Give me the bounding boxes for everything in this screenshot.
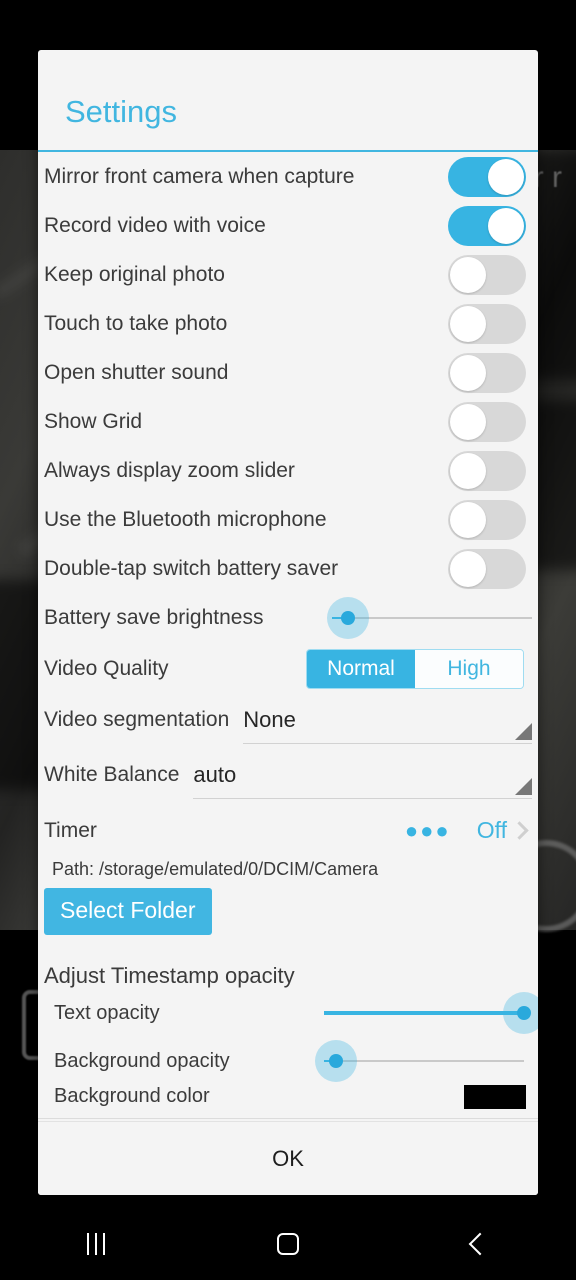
- spinner-video-segmentation[interactable]: None: [243, 696, 532, 744]
- setting-label: Mirror front camera when capture: [44, 164, 355, 188]
- background-color-swatch[interactable]: [464, 1085, 526, 1109]
- slider-battery-save-brightness[interactable]: [327, 596, 532, 639]
- recents-button[interactable]: [0, 1208, 192, 1280]
- setting-row-white-balance[interactable]: White Balance auto: [38, 751, 538, 806]
- timer-value: Off: [476, 817, 507, 843]
- setting-label: Video Quality: [44, 657, 169, 680]
- dialog-title: Settings: [65, 94, 178, 129]
- setting-row-double-tap-battery-saver[interactable]: Double-tap switch battery saver: [38, 544, 538, 593]
- setting-row-background-color[interactable]: Background color: [38, 1085, 538, 1119]
- slider-text-opacity[interactable]: [324, 992, 538, 1034]
- chevron-right-icon[interactable]: [510, 821, 529, 840]
- setting-row-timer[interactable]: Timer ●●● Off: [38, 806, 538, 855]
- select-folder-button[interactable]: Select Folder: [44, 888, 212, 935]
- settings-list[interactable]: Mirror front camera when capture Record …: [38, 152, 538, 1121]
- setting-label: Touch to take photo: [44, 311, 228, 335]
- setting-row-use-bluetooth-microphone[interactable]: Use the Bluetooth microphone: [38, 495, 538, 544]
- back-icon: [468, 1232, 492, 1256]
- toggle-always-display-zoom-slider[interactable]: [448, 450, 526, 491]
- setting-row-battery-save-brightness[interactable]: Battery save brightness: [38, 593, 538, 642]
- segment-high[interactable]: High: [415, 650, 523, 688]
- dialog-footer: OK: [38, 1121, 538, 1195]
- settings-dialog: Settings Mirror front camera when captur…: [38, 50, 538, 1195]
- toggle-record-video-with-voice[interactable]: [448, 205, 526, 246]
- setting-label: Open shutter sound: [44, 360, 229, 384]
- setting-row-keep-original-photo[interactable]: Keep original photo: [38, 250, 538, 299]
- setting-row-open-shutter-sound[interactable]: Open shutter sound: [38, 348, 538, 397]
- setting-label: Record video with voice: [44, 213, 266, 237]
- segment-normal[interactable]: Normal: [307, 650, 415, 688]
- setting-label: Battery save brightness: [44, 605, 264, 629]
- setting-label: Text opacity: [54, 1001, 160, 1024]
- more-horizontal-icon[interactable]: ●●●: [405, 818, 451, 844]
- setting-row-show-grid[interactable]: Show Grid: [38, 397, 538, 446]
- setting-label: Double-tap switch battery saver: [44, 556, 339, 580]
- ok-button[interactable]: OK: [272, 1146, 304, 1172]
- spinner-value: None: [243, 706, 296, 732]
- setting-label: Timer: [44, 818, 97, 842]
- timestamp-section-heading: Adjust Timestamp opacity: [44, 963, 295, 988]
- toggle-open-shutter-sound[interactable]: [448, 352, 526, 393]
- setting-row-touch-to-take-photo[interactable]: Touch to take photo: [38, 299, 538, 348]
- setting-row-background-opacity[interactable]: Background opacity: [38, 1037, 538, 1085]
- recents-icon: [87, 1233, 105, 1255]
- back-button[interactable]: [384, 1208, 576, 1280]
- setting-row-record-video-with-voice[interactable]: Record video with voice: [38, 201, 538, 250]
- toggle-use-bluetooth-microphone[interactable]: [448, 499, 526, 540]
- setting-label: Always display zoom slider: [44, 458, 295, 482]
- setting-label: Keep original photo: [44, 262, 225, 286]
- phone-screen: 6 r r Settings Mirror front camera when …: [0, 0, 576, 1280]
- setting-label: Background color: [54, 1085, 210, 1107]
- toggle-touch-to-take-photo[interactable]: [448, 303, 526, 344]
- spinner-arrow-icon: [515, 723, 532, 740]
- home-icon: [277, 1233, 299, 1255]
- setting-row-video-segmentation[interactable]: Video segmentation None: [38, 696, 538, 751]
- toggle-mirror-front-camera[interactable]: [448, 156, 526, 197]
- setting-label: Use the Bluetooth microphone: [44, 507, 327, 531]
- toggle-keep-original-photo[interactable]: [448, 254, 526, 295]
- setting-row-always-display-zoom-slider[interactable]: Always display zoom slider: [38, 446, 538, 495]
- setting-label: Background opacity: [54, 1049, 230, 1072]
- segmented-video-quality[interactable]: Normal High: [306, 649, 524, 689]
- setting-row-mirror-front-camera[interactable]: Mirror front camera when capture: [38, 152, 538, 201]
- toggle-show-grid[interactable]: [448, 401, 526, 442]
- setting-row-text-opacity[interactable]: Text opacity: [38, 989, 538, 1037]
- setting-label: White Balance: [44, 763, 180, 786]
- setting-label: Video segmentation: [44, 708, 230, 731]
- spinner-white-balance[interactable]: auto: [193, 751, 532, 799]
- android-navigation-bar: [0, 1208, 576, 1280]
- storage-path-text: Path: /storage/emulated/0/DCIM/Camera: [52, 859, 379, 879]
- slider-background-opacity[interactable]: [315, 1040, 524, 1082]
- setting-row-video-quality[interactable]: Video Quality Normal High: [38, 642, 538, 696]
- home-button[interactable]: [192, 1208, 384, 1280]
- toggle-double-tap-battery-saver[interactable]: [448, 548, 526, 589]
- setting-label: Show Grid: [44, 409, 143, 433]
- spinner-value: auto: [193, 761, 237, 787]
- spinner-arrow-icon: [515, 778, 532, 795]
